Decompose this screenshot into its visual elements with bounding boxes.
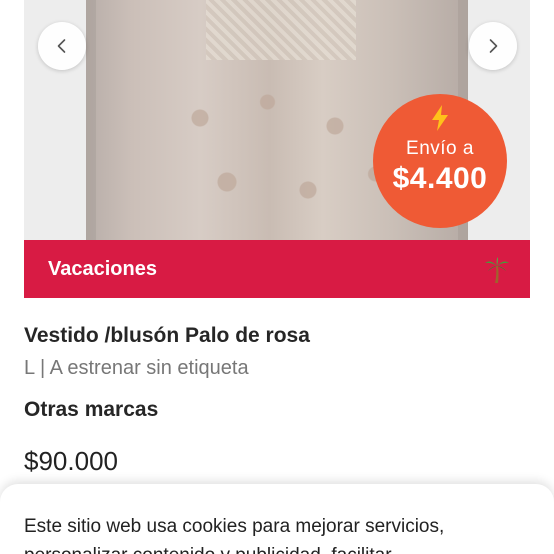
product-price: $90.000	[24, 446, 118, 476]
cookie-consent-sheet: Este sitio web usa cookies para mejorar …	[0, 484, 554, 554]
gallery-prev-button[interactable]	[38, 22, 86, 70]
palm-tree-icon	[485, 257, 509, 283]
photo-shadow-left	[86, 0, 96, 240]
product-title[interactable]: Vestido /blusón Palo de rosa	[24, 324, 310, 348]
product-size-condition: L | A estrenar sin etiqueta	[24, 357, 249, 379]
shipping-price: $4.400	[392, 162, 488, 195]
shipping-badge: Envío a $4.400	[373, 94, 507, 228]
chevron-left-icon	[57, 39, 66, 53]
gallery-next-button[interactable]	[469, 22, 517, 70]
product-brand[interactable]: Otras marcas	[24, 398, 158, 422]
shipping-label: Envío a	[406, 138, 474, 159]
promo-banner[interactable]: Vacaciones	[24, 240, 530, 298]
chevron-right-icon	[489, 39, 498, 53]
cookie-consent-text: Este sitio web usa cookies para mejorar …	[24, 516, 445, 554]
lightning-bolt-icon	[432, 105, 448, 131]
promo-label: Vacaciones	[48, 258, 157, 280]
